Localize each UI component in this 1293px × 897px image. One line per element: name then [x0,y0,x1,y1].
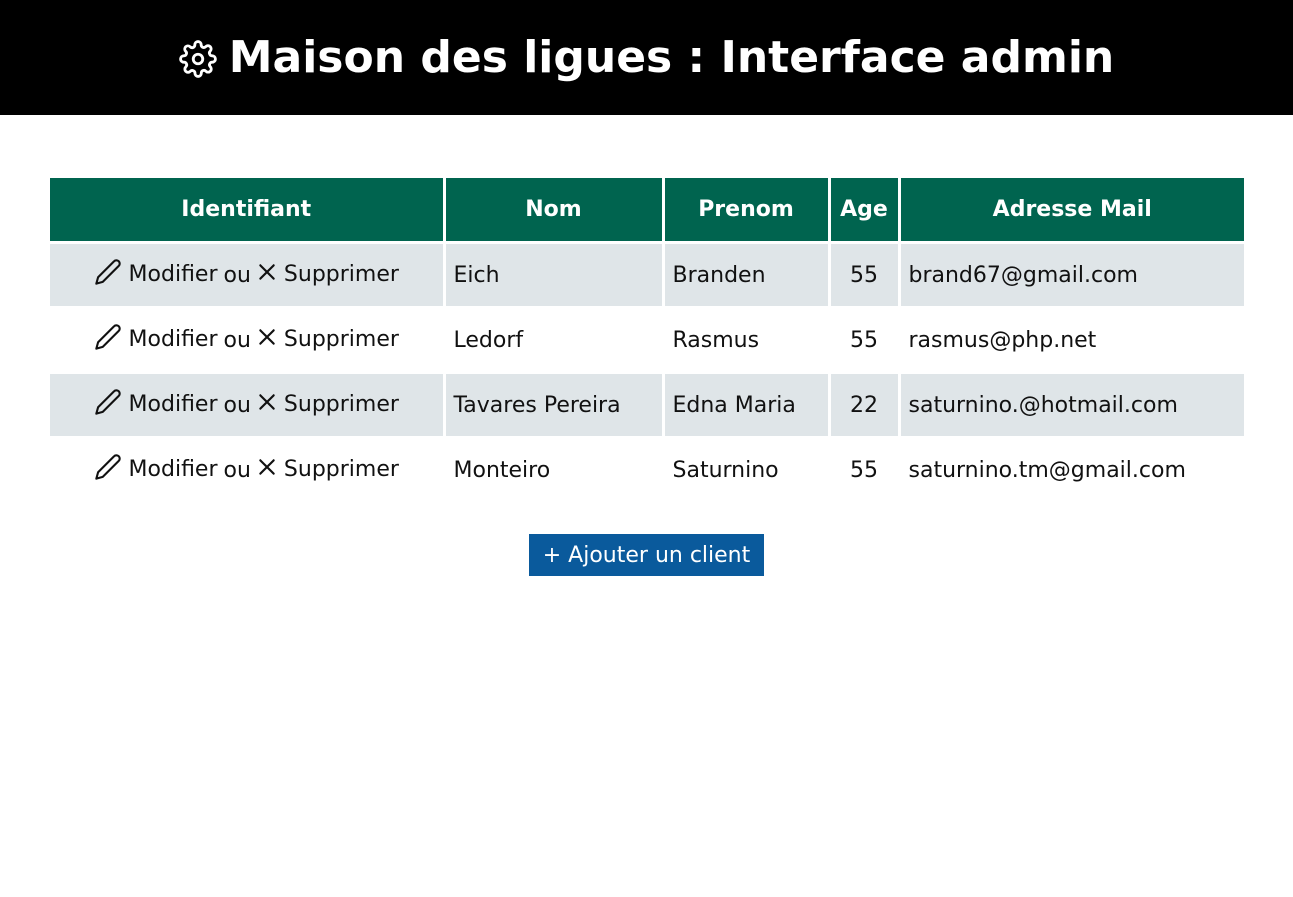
cell-age: 22 [827,372,899,439]
cell-age: 55 [827,242,899,309]
close-icon [257,262,277,288]
delete-link[interactable]: Supprimer [257,457,399,483]
cell-mail: rasmus@php.net [897,307,1244,374]
column-header-identifiant: Identifiant [50,178,444,244]
delete-label: Supprimer [283,457,399,482]
modify-label: Modifier [128,457,218,482]
cell-age: 55 [827,437,899,504]
close-icon [257,392,277,418]
cell-prenom: Rasmus [661,307,829,374]
column-header-nom: Nom [442,178,663,244]
table-header-row: Identifiant Nom Prenom Age Adresse Mail [50,178,1244,244]
cell-age: 55 [827,307,899,374]
table-row: Modifier ou Supprimer Eich Branden 55 brand67… [50,242,1244,309]
cell-mail: saturnino.@hotmail.com [897,372,1244,439]
gear-icon [178,39,217,78]
cell-mail: saturnino.tm@gmail.com [897,437,1244,504]
cell-prenom: Branden [661,242,829,309]
or-label: ou [223,327,251,353]
cell-prenom: Edna Maria [661,372,829,439]
cell-nom: Monteiro [442,437,663,504]
modify-label: Modifier [128,327,218,352]
column-header-prenom: Prenom [661,178,829,244]
cell-actions: Modifier ou Supprimer [50,437,444,504]
cell-mail: brand67@gmail.com [897,242,1244,309]
modify-link[interactable]: Modifier [94,323,218,357]
close-icon [257,327,277,353]
cell-nom: Tavares Pereira [442,372,663,439]
modify-label: Modifier [128,262,218,287]
cell-actions: Modifier ou Supprimer [50,372,444,439]
delete-link[interactable]: Supprimer [257,392,399,418]
delete-label: Supprimer [283,262,399,287]
modify-link[interactable]: Modifier [94,453,218,487]
pencil-icon [94,258,122,292]
table-row: Modifier ou Supprimer Tavares Pereira Edna … [50,372,1244,439]
page-header: Maison des ligues : Interface admin [0,0,1293,115]
table-row: Modifier ou Supprimer Monteiro Saturnino 55 s… [50,437,1244,504]
cell-actions: Modifier ou Supprimer [50,307,444,374]
cell-nom: Ledorf [442,307,663,374]
modify-label: Modifier [128,392,218,417]
table-row: Modifier ou Supprimer Ledorf Rasmus 55 rasmus… [50,307,1244,374]
pencil-icon [94,388,122,422]
column-header-mail: Adresse Mail [897,178,1244,244]
or-label: ou [223,457,251,483]
or-label: ou [223,392,251,418]
cell-nom: Eich [442,242,663,309]
clients-table: Identifiant Nom Prenom Age Adresse Mail … [50,178,1244,504]
or-label: ou [223,262,251,288]
delete-link[interactable]: Supprimer [257,262,399,288]
modify-link[interactable]: Modifier [94,258,218,292]
modify-link[interactable]: Modifier [94,388,218,422]
close-icon [257,457,277,483]
column-header-age: Age [827,178,899,244]
pencil-icon [94,323,122,357]
page-title: Maison des ligues : Interface admin [228,31,1115,83]
delete-link[interactable]: Supprimer [257,327,399,353]
cell-actions: Modifier ou Supprimer [50,242,444,309]
add-client-button[interactable]: + Ajouter un client [529,534,764,576]
cell-prenom: Saturnino [661,437,829,504]
pencil-icon [94,453,122,487]
delete-label: Supprimer [283,327,399,352]
delete-label: Supprimer [283,392,399,417]
